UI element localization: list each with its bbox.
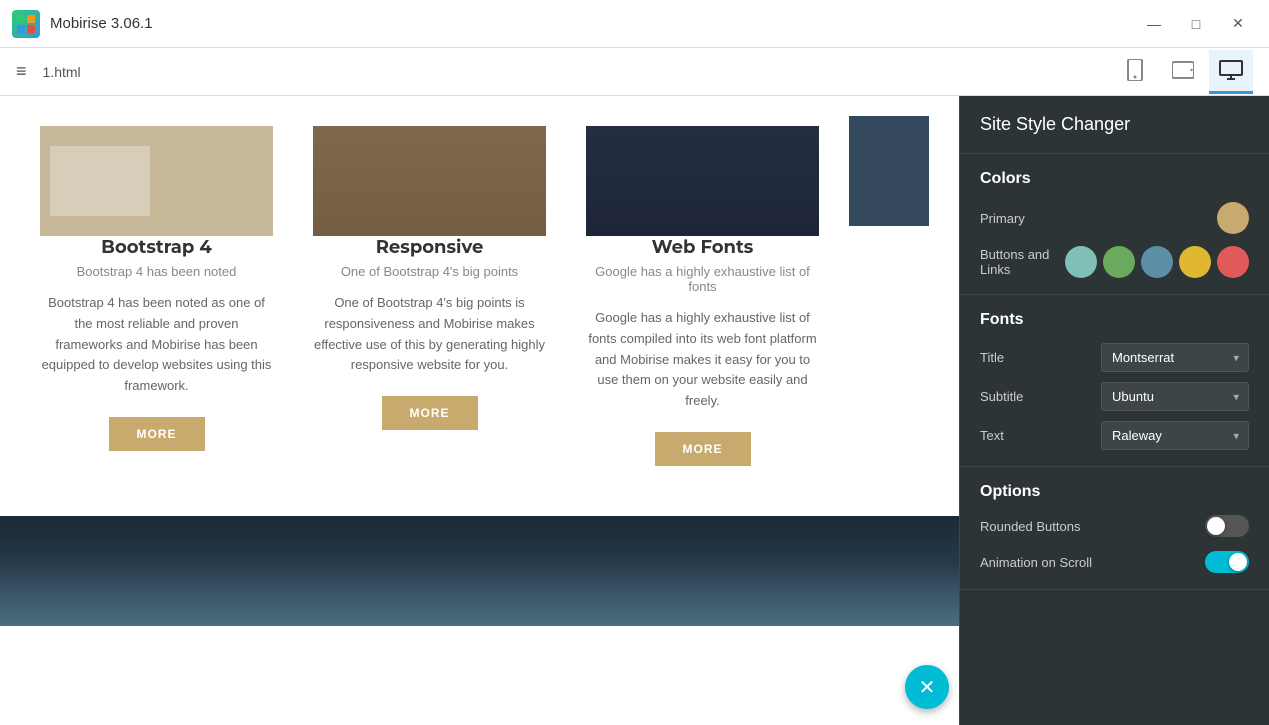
panel-title: Site Style Changer	[960, 96, 1269, 154]
swatch-teal[interactable]	[1065, 246, 1097, 278]
animation-scroll-label: Animation on Scroll	[980, 555, 1092, 570]
animation-scroll-toggle[interactable]	[1205, 551, 1249, 573]
toolbar-left: ≡ 1.html	[16, 61, 81, 82]
card-1: Bootstrap 4 Bootstrap 4 has been noted B…	[30, 116, 283, 476]
card-3-subtitle: Google has a highly exhaustive list of f…	[586, 264, 819, 294]
card-3-body: Google has a highly exhaustive list of f…	[586, 308, 819, 412]
card-2-body: One of Bootstrap 4's big points is respo…	[313, 293, 546, 376]
text-font-select[interactable]: Raleway Montserrat Ubuntu Roboto Open Sa…	[1101, 421, 1249, 450]
rounded-buttons-row: Rounded Buttons	[980, 515, 1249, 537]
card-2-more-button[interactable]: MORE	[382, 396, 478, 430]
buttons-links-label: Buttons and Links	[980, 247, 1065, 277]
primary-label: Primary	[980, 211, 1025, 226]
title-font-select-wrapper: Montserrat Roboto Open Sans Ubuntu Ralew…	[1101, 343, 1249, 372]
app-title: Mobirise 3.06.1	[50, 15, 153, 32]
fonts-section: Fonts Title Montserrat Roboto Open Sans …	[960, 295, 1269, 467]
rounded-buttons-knob	[1207, 517, 1225, 535]
card-3: Web Fonts Google has a highly exhaustive…	[576, 116, 829, 476]
swatch-yellow[interactable]	[1179, 246, 1211, 278]
text-font-label: Text	[980, 428, 1004, 443]
fab-close-button[interactable]: ✕	[905, 665, 949, 709]
card-1-image	[40, 126, 273, 236]
card-2-title: Responsive	[313, 236, 546, 258]
partial-card-image	[849, 116, 929, 226]
card-1-subtitle: Bootstrap 4 has been noted	[40, 264, 273, 279]
card-3-image	[586, 126, 819, 236]
card-2-image	[313, 126, 546, 236]
partial-card	[849, 116, 929, 476]
content-area: Bootstrap 4 Bootstrap 4 has been noted B…	[0, 96, 959, 725]
card-1-title: Bootstrap 4	[40, 236, 273, 258]
card-2-subtitle: One of Bootstrap 4's big points	[313, 264, 546, 279]
title-bar: Mobirise 3.06.1 — □ ✕	[0, 0, 1269, 48]
color-swatches	[1065, 246, 1249, 278]
buttons-links-row: Buttons and Links	[980, 246, 1249, 278]
minimize-button[interactable]: —	[1135, 5, 1173, 43]
colors-heading: Colors	[980, 170, 1249, 188]
tablet-view-button[interactable]	[1161, 50, 1205, 94]
subtitle-font-select[interactable]: Ubuntu Montserrat Roboto Open Sans Ralew…	[1101, 382, 1249, 411]
card-3-more-button[interactable]: MORE	[655, 432, 751, 466]
rounded-buttons-toggle[interactable]	[1205, 515, 1249, 537]
file-name: 1.html	[43, 64, 81, 80]
colors-section: Colors Primary Buttons and Links	[960, 154, 1269, 295]
animation-scroll-row: Animation on Scroll	[980, 551, 1249, 573]
swatch-green[interactable]	[1103, 246, 1135, 278]
card-3-title: Web Fonts	[586, 236, 819, 258]
text-font-select-wrapper: Raleway Montserrat Ubuntu Roboto Open Sa…	[1101, 421, 1249, 450]
close-button[interactable]: ✕	[1219, 5, 1257, 43]
subtitle-font-label: Subtitle	[980, 389, 1023, 404]
animation-scroll-knob	[1229, 553, 1247, 571]
fonts-heading: Fonts	[980, 311, 1249, 329]
app-logo	[12, 10, 40, 38]
subtitle-font-row: Subtitle Ubuntu Montserrat Roboto Open S…	[980, 382, 1249, 411]
options-section: Options Rounded Buttons Animation on Scr…	[960, 467, 1269, 590]
device-icons	[1113, 50, 1253, 94]
main-layout: Bootstrap 4 Bootstrap 4 has been noted B…	[0, 96, 1269, 725]
card-2: Responsive One of Bootstrap 4's big poin…	[303, 116, 556, 476]
swatch-blue[interactable]	[1141, 246, 1173, 278]
desktop-view-button[interactable]	[1209, 50, 1253, 94]
card-1-more-button[interactable]: MORE	[109, 417, 205, 451]
mobile-view-button[interactable]	[1113, 50, 1157, 94]
hamburger-menu[interactable]: ≡	[16, 61, 27, 82]
text-font-row: Text Raleway Montserrat Ubuntu Roboto Op…	[980, 421, 1249, 450]
primary-color-swatch[interactable]	[1217, 202, 1249, 234]
rounded-buttons-label: Rounded Buttons	[980, 519, 1080, 534]
title-font-row: Title Montserrat Roboto Open Sans Ubuntu…	[980, 343, 1249, 372]
subtitle-font-select-wrapper: Ubuntu Montserrat Roboto Open Sans Ralew…	[1101, 382, 1249, 411]
right-panel: Site Style Changer Colors Primary Button…	[959, 96, 1269, 725]
bottom-section	[0, 516, 959, 626]
cards-section: Bootstrap 4 Bootstrap 4 has been noted B…	[0, 96, 959, 516]
maximize-button[interactable]: □	[1177, 5, 1215, 43]
title-font-label: Title	[980, 350, 1004, 365]
options-heading: Options	[980, 483, 1249, 501]
window-controls: — □ ✕	[1135, 5, 1257, 43]
swatch-red[interactable]	[1217, 246, 1249, 278]
title-font-select[interactable]: Montserrat Roboto Open Sans Ubuntu Ralew…	[1101, 343, 1249, 372]
primary-color-row: Primary	[980, 202, 1249, 234]
fab-close-icon: ✕	[919, 675, 936, 700]
card-1-body: Bootstrap 4 has been noted as one of the…	[40, 293, 273, 397]
title-bar-left: Mobirise 3.06.1	[12, 10, 153, 38]
bottom-clouds	[0, 516, 959, 626]
toolbar: ≡ 1.html	[0, 48, 1269, 96]
